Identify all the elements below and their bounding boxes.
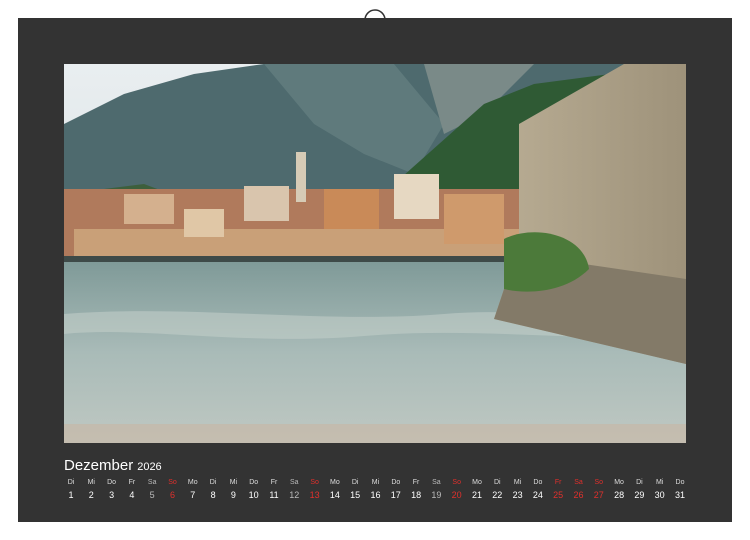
day-number: 4	[129, 490, 135, 500]
weekday-label: Di	[351, 479, 359, 486]
day-cell: Do 24	[528, 478, 548, 502]
weekday-label: Mi	[229, 479, 238, 486]
day-cell: Fr 25	[548, 478, 568, 502]
day-cell: Di 29	[629, 478, 649, 502]
day-cell: Mi 16	[366, 478, 386, 502]
day-number: 2	[88, 490, 94, 500]
day-number: 8	[210, 490, 216, 500]
day-cell: Sa 19	[426, 478, 446, 502]
month-name: Dezember	[64, 457, 134, 474]
day-cell: So 13	[305, 478, 325, 502]
weekday-label: Mi	[513, 479, 522, 486]
weekday-label: Mi	[371, 479, 380, 486]
day-number: 13	[309, 490, 320, 500]
month-title: Dezember 2026	[64, 457, 162, 475]
weekday-label: Di	[67, 479, 75, 486]
day-number: 10	[248, 490, 259, 500]
day-number: 12	[289, 490, 300, 500]
day-number: 18	[411, 490, 422, 500]
day-number: 23	[512, 490, 523, 500]
day-cell: So 6	[163, 478, 183, 502]
day-cell: So 20	[447, 478, 467, 502]
weekday-label: So	[594, 479, 604, 486]
day-number: 14	[329, 490, 340, 500]
weekday-label: So	[168, 479, 177, 486]
weekday-label: Sa	[147, 479, 157, 486]
weekday-label: So	[452, 479, 461, 486]
weekday-label: Mo	[330, 479, 340, 486]
day-cell: Mi 9	[223, 478, 243, 502]
day-number: 1	[68, 490, 74, 500]
lakeside-village-photo	[64, 64, 686, 443]
weekday-label: Do	[533, 479, 543, 486]
weekday-label: Mo	[187, 479, 198, 486]
day-cell: Mo 7	[183, 478, 203, 502]
day-cell: Di 22	[487, 478, 507, 502]
weekday-label: Fr	[554, 479, 562, 486]
day-number: 20	[451, 490, 462, 500]
day-cell: Mo 28	[609, 478, 629, 502]
day-number: 27	[593, 490, 604, 500]
day-cell: Mo 21	[467, 478, 487, 502]
day-number: 22	[492, 490, 503, 500]
weekday-label: Fr	[128, 479, 136, 486]
day-number: 11	[269, 490, 279, 500]
day-number: 17	[390, 490, 401, 500]
weekday-label: Di	[209, 479, 217, 486]
day-number: 7	[190, 490, 196, 500]
day-cell: Sa 26	[569, 478, 589, 502]
day-number: 19	[431, 490, 442, 500]
weekday-label: Di	[636, 479, 643, 486]
day-cell: Fr 11	[264, 478, 284, 502]
day-number: 9	[230, 490, 236, 500]
weekday-label: Mo	[614, 479, 624, 486]
day-number: 24	[532, 490, 543, 500]
weekday-label: Do	[391, 479, 401, 486]
day-number: 5	[149, 490, 155, 500]
day-cell: Di 1	[61, 478, 81, 502]
weekday-label: Mi	[87, 479, 95, 486]
day-number: 29	[634, 490, 645, 500]
weekday-label: Do	[675, 479, 685, 486]
day-cell: Di 8	[203, 478, 223, 502]
weekday-label: Fr	[270, 479, 278, 486]
day-number: 21	[471, 490, 482, 500]
year: 2026	[137, 461, 162, 473]
day-number: 3	[109, 490, 115, 500]
weekday-label: Fr	[412, 479, 420, 486]
weekday-label: Sa	[290, 479, 299, 486]
day-cell: Do 3	[102, 478, 122, 502]
day-number: 30	[654, 490, 665, 500]
weekday-label: Sa	[432, 479, 441, 486]
weekday-label: Mo	[472, 479, 482, 486]
day-number: 6	[169, 490, 175, 500]
day-cell: So 27	[589, 478, 609, 502]
weekday-label: Do	[249, 479, 259, 486]
day-number: 31	[674, 490, 685, 500]
weekday-label: Di	[493, 479, 501, 486]
photo-illustration	[64, 64, 686, 443]
day-cell: Fr 18	[406, 478, 426, 502]
weekday-label: So	[310, 479, 319, 486]
day-cell: Do 17	[386, 478, 406, 502]
day-number: 25	[553, 490, 564, 500]
day-cell: Mo 14	[325, 478, 345, 502]
weekday-label: Do	[107, 479, 117, 486]
day-cell: Fr 4	[122, 478, 142, 502]
day-number: 26	[573, 490, 584, 500]
day-cell: Do 31	[670, 478, 690, 502]
day-cell: Mi 23	[508, 478, 528, 502]
day-cell: Mi 2	[81, 478, 101, 502]
day-cell: Mi 30	[650, 478, 670, 502]
day-cell: Do 10	[244, 478, 264, 502]
day-number: 16	[370, 490, 381, 500]
day-cell: Di 15	[345, 478, 365, 502]
weekday-label: Mi	[655, 479, 664, 486]
day-cell: Sa 5	[142, 478, 162, 502]
day-cell: Sa 12	[284, 478, 304, 502]
day-number: 28	[614, 490, 625, 500]
weekday-label: Sa	[574, 479, 583, 486]
day-number: 15	[350, 490, 361, 500]
